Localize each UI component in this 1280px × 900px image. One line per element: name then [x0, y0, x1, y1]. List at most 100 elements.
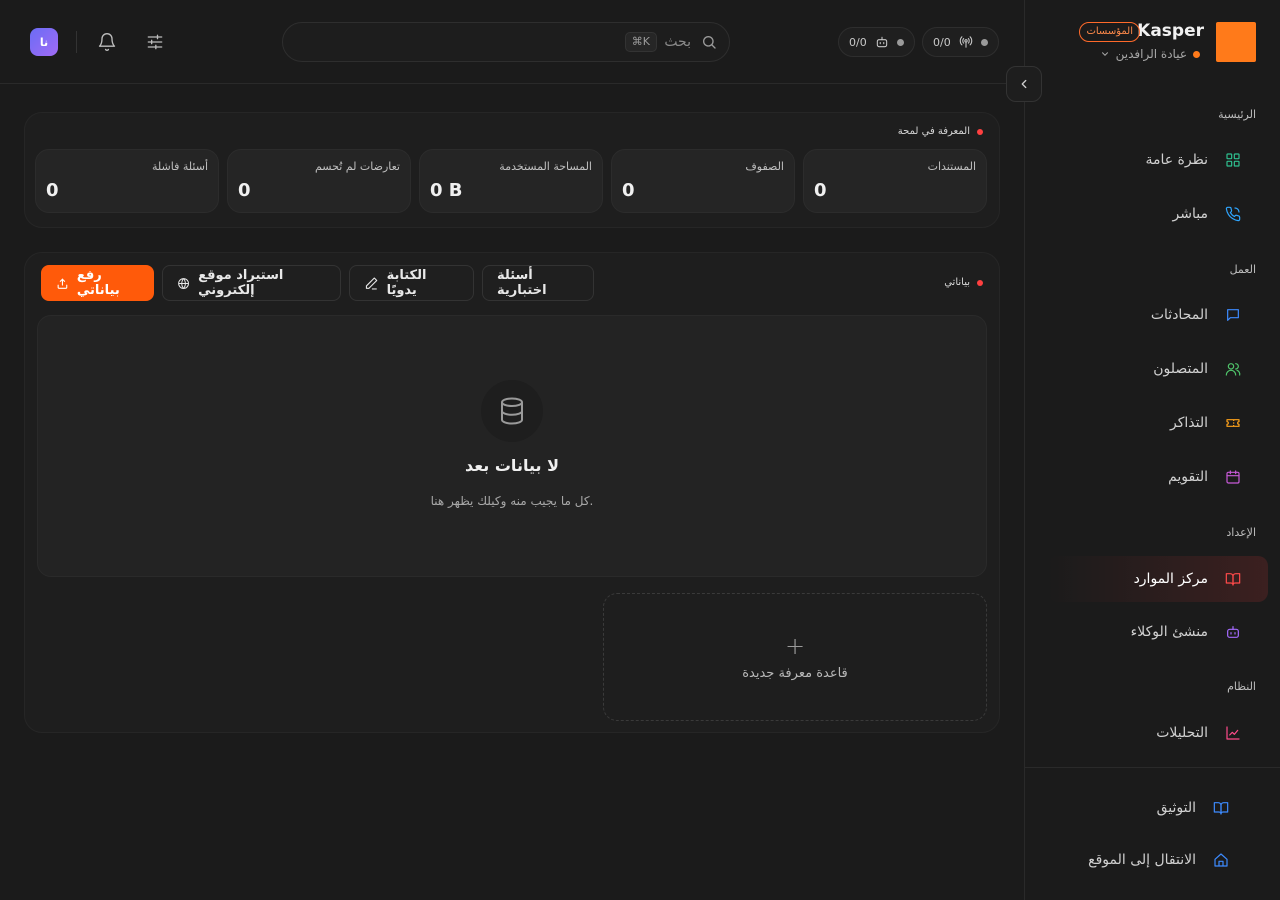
section-label-system: النظام	[1227, 680, 1256, 693]
sidebar-item-agent-builder[interactable]: منشئ الوكلاء	[1048, 610, 1268, 654]
org-switcher[interactable]: عيادة الرافدين	[1100, 47, 1200, 61]
sidebar-item-label: الانتقال إلى الموقع	[1088, 852, 1196, 868]
plus-icon: +	[784, 631, 806, 660]
sidebar-item-label: مباشر	[1172, 206, 1208, 222]
globe-icon	[178, 277, 189, 289]
stat-card-conflicts: تعارضات لم تُحسم 0	[227, 149, 411, 213]
manual-entry-button[interactable]: الكتابة يدويًا	[349, 265, 474, 301]
stat-card-failed-questions: أسئلة فاشلة 0	[35, 149, 219, 213]
sidebar: Kasper المؤسسات عيادة الرافدين الرئيسية …	[1024, 0, 1280, 900]
empty-state-title: لا بيانات بعد	[465, 456, 559, 475]
sidebar-collapse-button[interactable]	[1006, 66, 1042, 102]
sidebar-item-analytics[interactable]: التحليلات	[1048, 711, 1268, 755]
live-counter[interactable]: 0/0	[922, 27, 999, 57]
book-icon	[1212, 799, 1230, 817]
users-icon	[1224, 360, 1242, 378]
stat-value: 0	[622, 180, 635, 201]
bots-counter-value: 0/0	[849, 35, 867, 49]
sidebar-divider	[1024, 767, 1280, 768]
new-knowledge-base-label: قاعدة معرفة جديدة	[742, 665, 848, 681]
knowledge-overview-panel: المعرفة في لمحة المستندات 0 الصفوف 0 الم…	[24, 112, 1000, 228]
sidebar-item-label: نظرة عامة	[1145, 152, 1208, 168]
stat-value: 0	[238, 180, 251, 201]
sidebar-item-live[interactable]: مباشر	[1048, 192, 1268, 236]
sidebar-item-label: منشئ الوكلاء	[1130, 624, 1208, 640]
top-bar: نا بحث ⌘K 0/0 0/0	[0, 0, 1024, 84]
sidebar-item-overview[interactable]: نظرة عامة	[1048, 138, 1268, 182]
sidebar-item-conversations[interactable]: المحادثات	[1048, 293, 1268, 337]
button-label: استيراد موقع إلكتروني	[198, 268, 284, 298]
stat-card-documents: المستندات 0	[803, 149, 987, 213]
org-status-dot	[1193, 50, 1200, 58]
home-icon	[1212, 851, 1230, 869]
my-data-panel: بياناتي أسئلة اختبارية الكتابة يدويًا اس…	[24, 252, 1000, 733]
search-icon	[701, 34, 717, 54]
empty-state: لا بيانات بعد كل ما يجيب منه وكيلك يظهر …	[37, 315, 987, 577]
import-website-button[interactable]: استيراد موقع إلكتروني	[162, 265, 341, 301]
bot-icon	[1224, 623, 1242, 641]
sidebar-item-tickets[interactable]: التذاكر	[1048, 401, 1268, 445]
upload-data-button[interactable]: رفع بياناتي	[41, 265, 154, 301]
panel-title-text: بياناتي	[944, 277, 970, 288]
section-label-main: الرئيسية	[1218, 108, 1256, 121]
stat-label: تعارضات لم تُحسم	[314, 160, 400, 173]
live-status-dot	[980, 38, 988, 46]
panel-title-text: المعرفة في لمحة	[897, 126, 970, 137]
stat-label: المستندات	[927, 160, 976, 173]
sidebar-item-label: التقويم	[1168, 469, 1208, 485]
chat-icon	[1224, 306, 1242, 324]
stat-card-storage: المساحة المستخدمة 0 B	[419, 149, 603, 213]
sidebar-item-docs[interactable]: التوثيق	[1048, 786, 1268, 830]
search-bar[interactable]: بحث ⌘K	[282, 22, 730, 62]
sidebar-item-label: التوثيق	[1156, 800, 1196, 816]
upload-icon	[57, 278, 68, 289]
bell-icon	[98, 33, 116, 51]
bots-counter[interactable]: 0/0	[838, 27, 915, 57]
brand-name: Kasper	[1137, 21, 1204, 41]
sidebar-item-label: المحادثات	[1150, 307, 1208, 323]
book-open-icon	[1224, 570, 1242, 588]
test-questions-button[interactable]: أسئلة اختبارية	[482, 265, 594, 301]
section-label-work: العمل	[1229, 263, 1256, 276]
broadcast-icon	[959, 36, 972, 48]
brand-logo	[1216, 22, 1256, 62]
user-avatar[interactable]: نا	[30, 28, 58, 56]
stat-label: أسئلة فاشلة	[152, 160, 208, 173]
sidebar-item-go-to-site[interactable]: الانتقال إلى الموقع	[1048, 838, 1268, 882]
stat-label: المساحة المستخدمة	[499, 160, 592, 173]
stat-value: 0 B	[430, 180, 463, 201]
calendar-icon	[1224, 468, 1242, 486]
panel-title: بياناتي	[944, 277, 983, 288]
ticket-icon	[1224, 414, 1242, 432]
plan-badge: المؤسسات	[1079, 22, 1140, 42]
button-label: الكتابة يدويًا	[386, 268, 427, 298]
stat-label: الصفوف	[745, 160, 784, 173]
panel-title: المعرفة في لمحة	[898, 126, 983, 137]
empty-state-subtitle: كل ما يجيب منه وكيلك يظهر هنا.	[430, 494, 594, 508]
stat-value: 0	[46, 180, 59, 201]
button-label: أسئلة اختبارية	[497, 268, 547, 298]
sidebar-item-contacts[interactable]: المتصلون	[1048, 347, 1268, 391]
database-icon	[481, 380, 543, 442]
button-label: رفع بياناتي	[76, 268, 120, 298]
stat-card-rows: الصفوف 0	[611, 149, 795, 213]
chart-line-icon	[1224, 724, 1242, 742]
new-knowledge-base-card[interactable]: + قاعدة معرفة جديدة	[603, 593, 987, 721]
search-placeholder: بحث	[664, 34, 691, 50]
filters-button[interactable]	[141, 28, 169, 56]
sidebar-item-label: التذاكر	[1169, 415, 1208, 431]
header-divider	[76, 31, 77, 53]
sidebar-item-calendar[interactable]: التقويم	[1048, 455, 1268, 499]
notifications-button[interactable]	[93, 28, 121, 56]
sidebar-item-label: التحليلات	[1156, 725, 1208, 741]
stat-value: 0	[814, 180, 827, 201]
grid-icon	[1224, 151, 1242, 169]
phone-icon	[1224, 205, 1242, 223]
sidebar-item-resources[interactable]: مركز الموارد	[1048, 556, 1268, 602]
bots-status-dot	[896, 38, 904, 46]
pencil-icon	[365, 276, 378, 290]
sliders-icon	[147, 34, 163, 50]
bot-icon	[876, 36, 887, 48]
status-dot	[977, 279, 983, 286]
search-shortcut: ⌘K	[624, 32, 657, 52]
